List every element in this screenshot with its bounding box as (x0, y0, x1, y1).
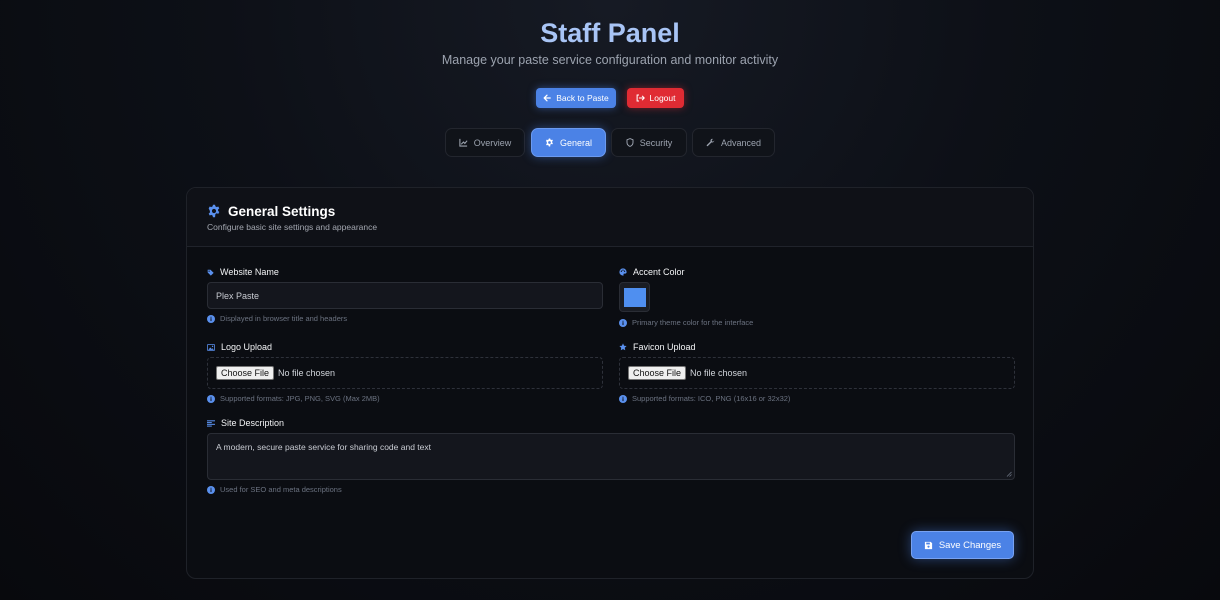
save-changes-button[interactable]: Save Changes (911, 531, 1014, 559)
gear-icon (207, 204, 221, 218)
info-icon (619, 394, 627, 403)
back-to-paste-label: Back to Paste (556, 93, 609, 103)
palette-icon (619, 268, 627, 276)
save-icon (924, 541, 933, 550)
info-icon (619, 318, 627, 327)
tab-overview[interactable]: Overview (445, 128, 525, 157)
info-icon (207, 394, 215, 403)
save-changes-label: Save Changes (938, 539, 1002, 551)
back-to-paste-button[interactable]: Back to Paste (536, 88, 616, 108)
logout-label: Logout (649, 93, 676, 103)
favicon-file-status: No file chosen (690, 368, 748, 378)
image-icon (207, 343, 215, 351)
logo-file-status: No file chosen (278, 368, 336, 378)
page-title: Staff Panel (540, 18, 680, 48)
arrow-left-icon (543, 94, 552, 102)
tab-advanced-label: Advanced (720, 137, 762, 148)
wrench-icon (706, 138, 715, 147)
logo-file-input[interactable]: Choose File No file chosen (207, 357, 603, 389)
gear-icon (545, 138, 554, 147)
logo-upload-label: Logo Upload (207, 342, 272, 352)
logout-button[interactable]: Logout (627, 88, 684, 108)
card-subtitle: Configure basic site settings and appear… (207, 222, 378, 232)
site-description-label: Site Description (207, 418, 284, 428)
card-title: General Settings (228, 204, 336, 219)
logo-choose-file-button[interactable]: Choose File (216, 366, 275, 380)
tab-security[interactable]: Security (611, 128, 687, 157)
website-name-input[interactable]: Plex Paste (207, 282, 603, 309)
page-subtitle: Manage your paste service configuration … (441, 53, 779, 67)
align-left-icon (207, 419, 215, 427)
site-description-hint: Used for SEO and meta descriptions (207, 485, 342, 494)
tab-general[interactable]: General (531, 128, 606, 157)
tab-advanced[interactable]: Advanced (692, 128, 775, 157)
website-name-label: Website Name (207, 267, 279, 277)
website-name-hint: Displayed in browser title and headers (207, 314, 347, 323)
info-icon (207, 314, 215, 323)
logout-icon (636, 94, 645, 102)
favicon-upload-hint: Supported formats: ICO, PNG (16x16 or 32… (619, 394, 790, 403)
info-icon (207, 485, 215, 494)
logo-upload-hint: Supported formats: JPG, PNG, SVG (Max 2M… (207, 394, 380, 403)
chart-line-icon (459, 138, 468, 147)
tab-general-label: General (559, 137, 593, 148)
accent-color-label: Accent Color (619, 267, 685, 277)
tag-icon (207, 269, 214, 276)
site-description-value: A modern, secure paste service for shari… (216, 442, 431, 452)
tab-bar: Overview General Security Advanced (0, 128, 1220, 157)
tab-security-label: Security (639, 137, 673, 148)
accent-color-picker[interactable] (619, 282, 650, 312)
accent-color-swatch (623, 287, 646, 307)
site-description-textarea[interactable]: A modern, secure paste service for shari… (207, 433, 1015, 480)
favicon-file-input[interactable]: Choose File No file chosen (619, 357, 1015, 389)
shield-icon (626, 138, 634, 147)
resize-handle-icon[interactable] (1006, 471, 1012, 477)
card-header: General Settings Configure basic site se… (187, 188, 1033, 247)
accent-color-hint: Primary theme color for the interface (619, 318, 753, 327)
favicon-upload-label: Favicon Upload (619, 342, 696, 352)
favicon-choose-file-button[interactable]: Choose File (628, 366, 687, 380)
star-icon (619, 343, 627, 351)
general-settings-card: General Settings Configure basic site se… (186, 187, 1034, 579)
tab-overview-label: Overview (473, 137, 512, 148)
